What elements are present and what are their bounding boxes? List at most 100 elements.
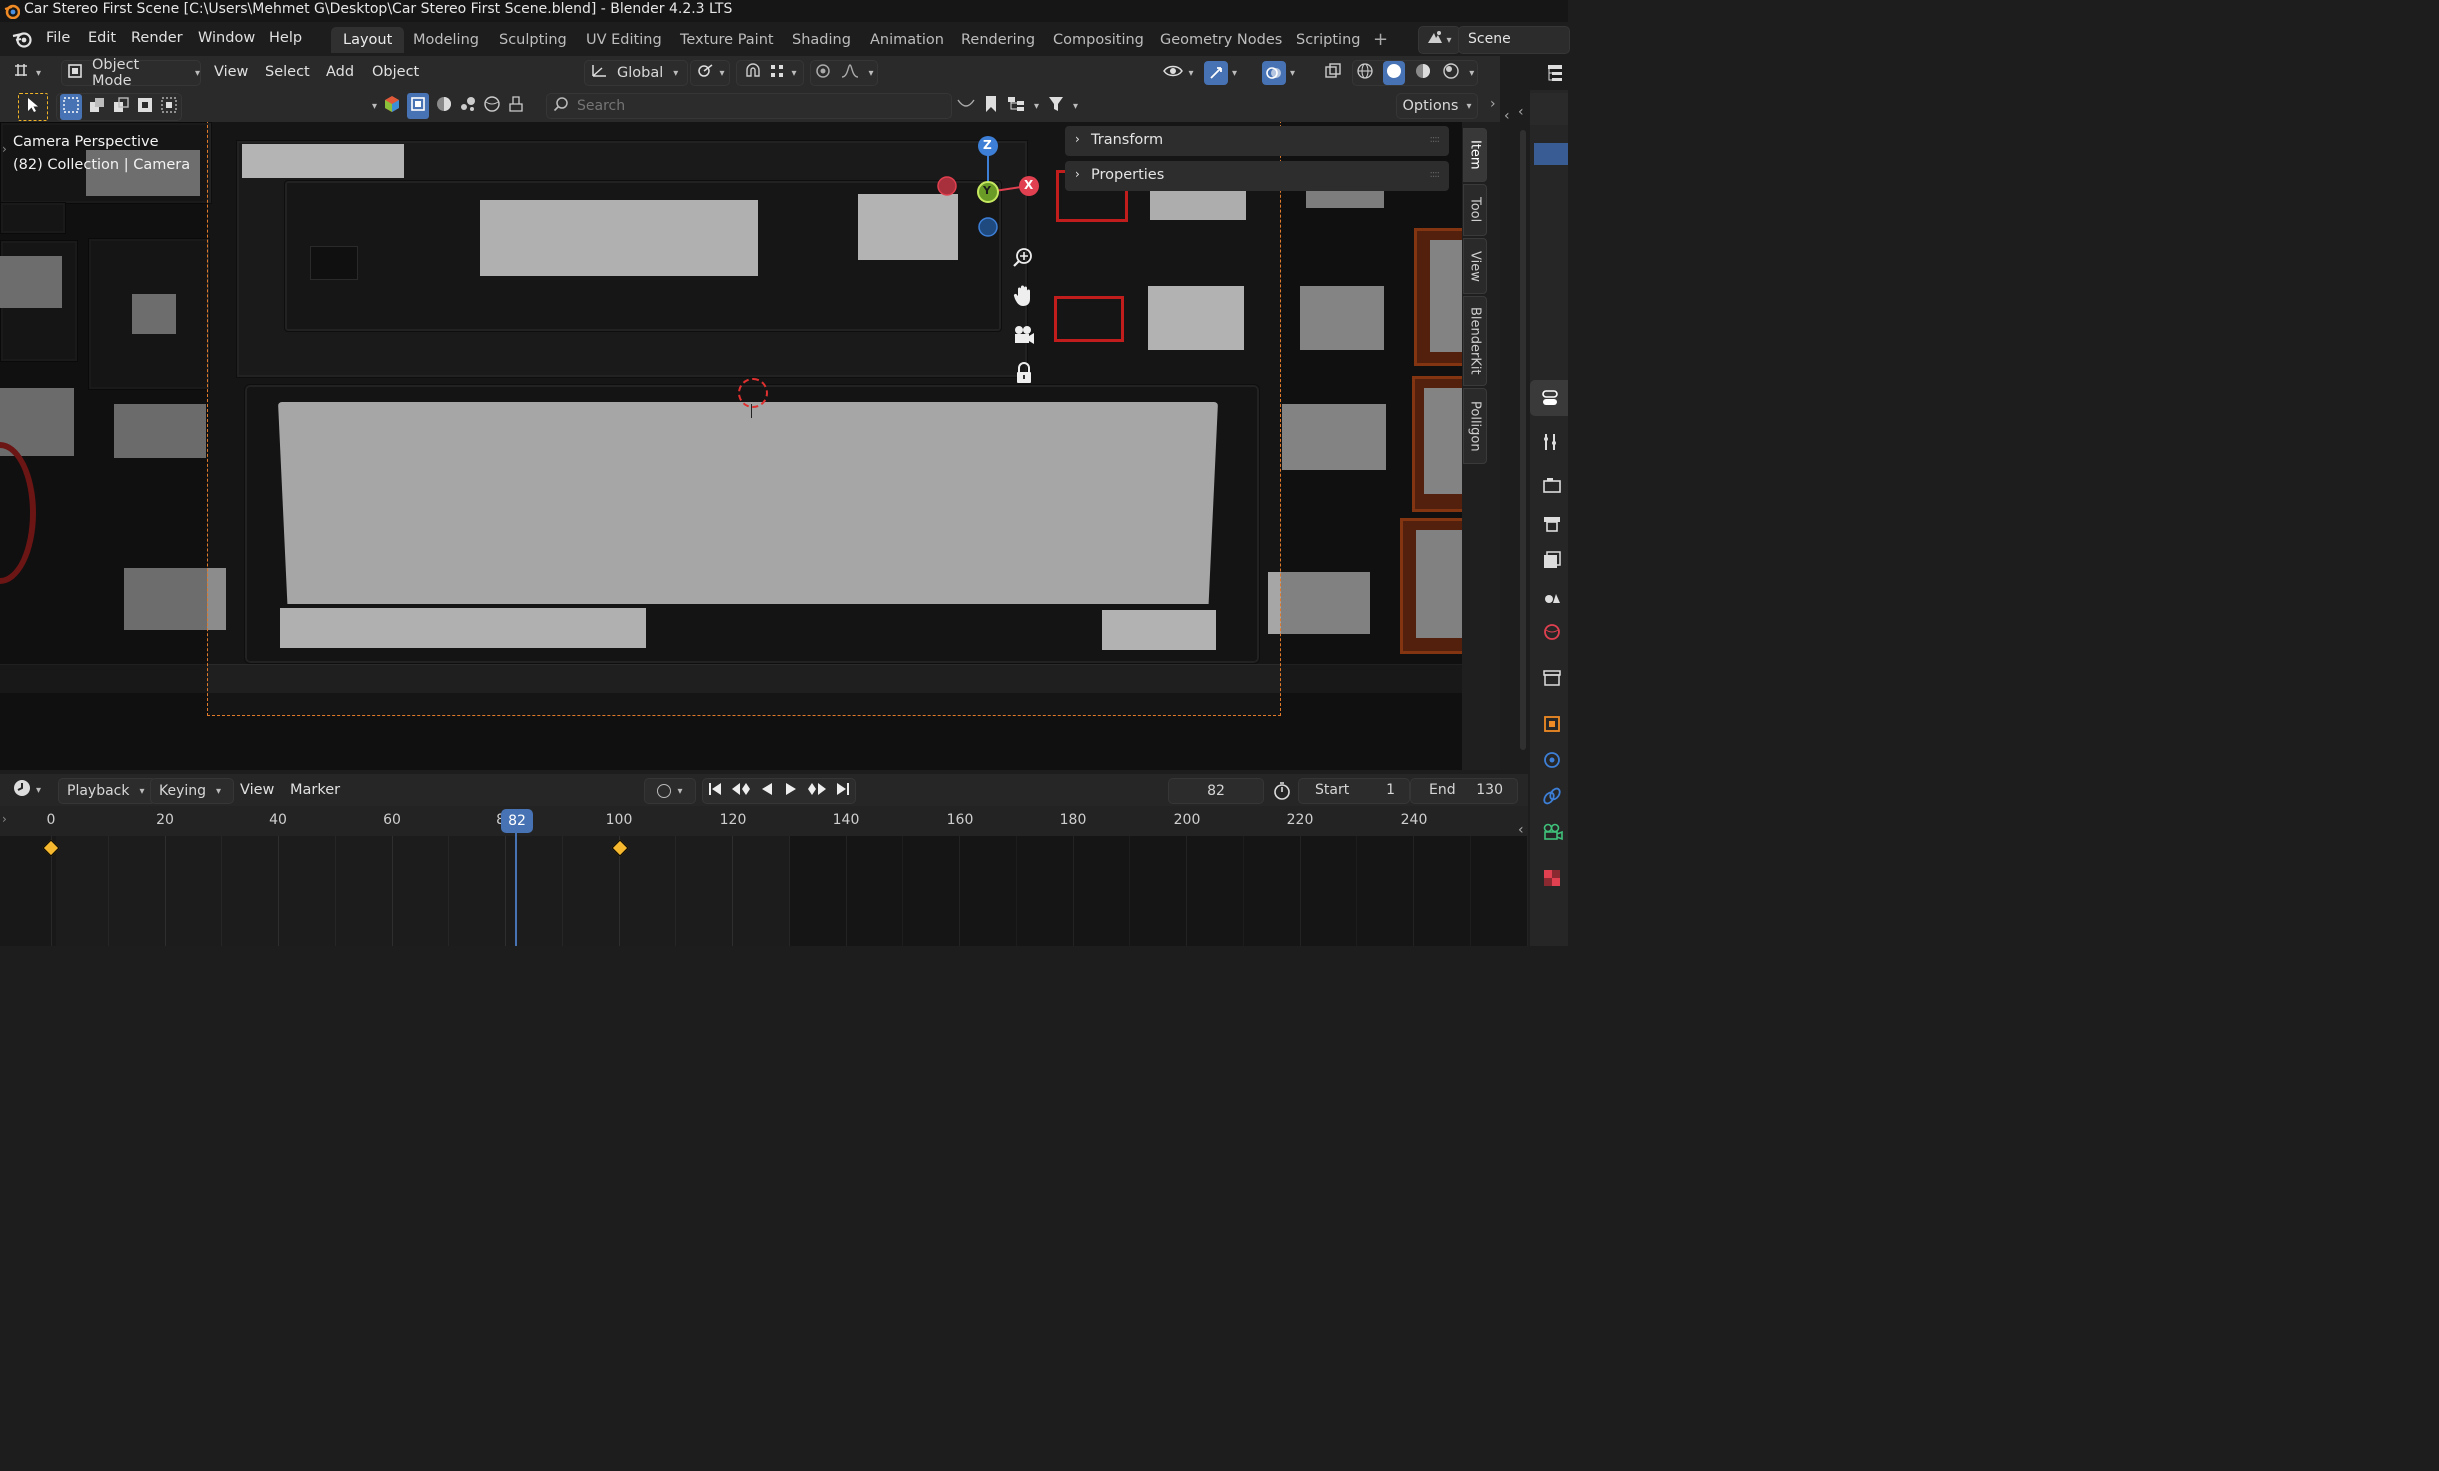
- next-keyframe-icon[interactable]: [806, 781, 828, 801]
- keying-dropdown[interactable]: Keying ▾: [150, 778, 234, 804]
- tab-blenderkit[interactable]: BlenderKit: [1463, 296, 1487, 386]
- search-input[interactable]: [575, 97, 939, 115]
- tab-layout[interactable]: Layout: [331, 27, 405, 53]
- playhead-line[interactable]: [515, 822, 517, 946]
- asset-tools-group[interactable]: ▾ ▾: [956, 93, 1088, 119]
- filter-funnel-icon[interactable]: [1047, 95, 1065, 117]
- tab-scripting[interactable]: Scripting: [1284, 27, 1372, 53]
- constraints-properties-icon[interactable]: [1542, 786, 1562, 810]
- select-subtract-icon[interactable]: [112, 96, 130, 118]
- menu-add[interactable]: Add: [326, 64, 354, 80]
- tab-rendering[interactable]: Rendering: [949, 27, 1047, 53]
- select-new-icon[interactable]: [60, 94, 82, 120]
- editor-type-button[interactable]: ▾: [12, 61, 52, 85]
- select-tool-button[interactable]: [18, 93, 48, 121]
- output-properties-icon[interactable]: [1542, 514, 1562, 538]
- stopwatch-icon[interactable]: [1272, 781, 1292, 805]
- chevron-right-icon[interactable]: ›: [1490, 96, 1496, 112]
- menu-object[interactable]: Object: [372, 64, 419, 80]
- select-invert-icon[interactable]: [136, 96, 154, 118]
- scene-name-field[interactable]: Scene: [1458, 26, 1570, 54]
- jump-end-icon[interactable]: [835, 781, 851, 801]
- mode-dropdown[interactable]: Object Mode ▾: [61, 57, 201, 89]
- tool-wrench-icon[interactable]: [1542, 432, 1562, 456]
- select-intersect-icon[interactable]: [160, 96, 178, 118]
- tab-view[interactable]: View: [1463, 238, 1487, 294]
- overlays-toggle[interactable]: ▾: [1262, 61, 1310, 85]
- toolbar-expand-icon[interactable]: ›: [2, 142, 7, 156]
- playback-dropdown[interactable]: Playback ▾: [58, 778, 156, 804]
- asset-search-field[interactable]: [546, 93, 952, 119]
- tab-animation[interactable]: Animation: [858, 27, 956, 53]
- chevron-left-icon[interactable]: ‹: [1518, 822, 1524, 838]
- outliner-row[interactable]: [1530, 93, 1568, 125]
- drag-handle-icon[interactable]: ::::: [1430, 169, 1441, 180]
- solid-shading-icon[interactable]: [1383, 61, 1406, 85]
- tab-tool[interactable]: Tool: [1463, 184, 1487, 236]
- material-shading-icon[interactable]: [1414, 62, 1432, 84]
- outliner-row[interactable]: [1530, 126, 1568, 140]
- world-properties-icon[interactable]: [1542, 622, 1562, 646]
- chevron-left-icon[interactable]: ‹: [1518, 104, 1524, 120]
- tab-item[interactable]: Item: [1463, 128, 1487, 182]
- end-frame-field[interactable]: End 130: [1410, 778, 1518, 804]
- prev-keyframe-icon[interactable]: [730, 781, 752, 801]
- select-extend-icon[interactable]: [88, 96, 106, 118]
- filter-particles-icon[interactable]: [459, 95, 477, 117]
- outliner-selected-row[interactable]: [1534, 143, 1568, 165]
- scene-selector-button[interactable]: ▾: [1418, 26, 1460, 54]
- menu-window[interactable]: Window: [198, 30, 255, 46]
- add-workspace-icon[interactable]: +: [1373, 29, 1388, 50]
- tab-shading[interactable]: Shading: [780, 27, 863, 53]
- hierarchy-icon[interactable]: [1006, 95, 1026, 117]
- play-reverse-icon[interactable]: [759, 781, 775, 801]
- filter-material-icon[interactable]: [435, 95, 453, 117]
- object-properties-icon[interactable]: [1542, 714, 1562, 738]
- collection-properties-icon[interactable]: [1542, 668, 1562, 692]
- tab-compositing[interactable]: Compositing: [1041, 27, 1156, 53]
- tab-modeling[interactable]: Modeling: [401, 27, 491, 53]
- view-layer-icon[interactable]: [1542, 550, 1562, 574]
- timeline-editor-type-button[interactable]: ▾: [12, 778, 50, 802]
- tab-geometry-nodes[interactable]: Geometry Nodes: [1148, 27, 1294, 53]
- xray-toggle[interactable]: [1320, 61, 1346, 85]
- drag-handle-icon[interactable]: ::::: [1430, 134, 1441, 145]
- selection-mode-group[interactable]: [56, 93, 182, 121]
- blender-menu-icon[interactable]: [12, 29, 34, 53]
- bookmark-icon[interactable]: [984, 95, 998, 117]
- timeline-body[interactable]: [0, 836, 1528, 946]
- gizmo-toggle[interactable]: ▾: [1204, 61, 1252, 85]
- playhead-frame-badge[interactable]: 82: [501, 809, 533, 833]
- play-icon[interactable]: [783, 781, 799, 801]
- auto-keying-toggle[interactable]: ▾: [644, 778, 696, 804]
- options-dropdown[interactable]: Options ▾: [1396, 93, 1478, 119]
- timeline-menu-marker[interactable]: Marker: [290, 782, 340, 798]
- tab-texture-paint[interactable]: Texture Paint: [668, 27, 786, 53]
- viewport-scrollbar[interactable]: [1520, 130, 1526, 750]
- wireframe-shading-icon[interactable]: [1356, 62, 1374, 84]
- tab-uv-editing[interactable]: UV Editing: [574, 27, 674, 53]
- tab-polligon[interactable]: Polligon: [1463, 388, 1487, 464]
- menu-render[interactable]: Render: [131, 30, 183, 46]
- 3d-cursor-icon[interactable]: [738, 378, 768, 408]
- menu-select[interactable]: Select: [265, 64, 310, 80]
- render-properties-icon[interactable]: [1542, 476, 1562, 500]
- zoom-icon[interactable]: [1012, 246, 1034, 272]
- transform-section-header[interactable]: › Transform ::::: [1065, 126, 1449, 156]
- chevron-right-icon[interactable]: ›: [2, 812, 7, 826]
- playback-controls[interactable]: [702, 778, 856, 804]
- rendered-shading-icon[interactable]: [1442, 62, 1460, 84]
- 3d-viewport[interactable]: Camera Perspective (82) Collection | Cam…: [0, 122, 1500, 770]
- camera-data-icon[interactable]: [1542, 822, 1564, 846]
- filter-world-icon[interactable]: [483, 95, 501, 117]
- properties-section-header[interactable]: › Properties ::::: [1065, 161, 1449, 191]
- transform-orientation-dropdown[interactable]: Global ▾: [584, 60, 688, 86]
- menu-view[interactable]: View: [214, 64, 248, 80]
- menu-file[interactable]: File: [46, 30, 70, 46]
- snapping-group[interactable]: ▾: [736, 60, 804, 86]
- lock-icon[interactable]: [1014, 362, 1034, 388]
- jump-start-icon[interactable]: [707, 781, 723, 801]
- menu-edit[interactable]: Edit: [88, 30, 116, 46]
- proportional-editing-group[interactable]: ▾: [810, 60, 878, 86]
- properties-tab-tool[interactable]: [1530, 380, 1568, 416]
